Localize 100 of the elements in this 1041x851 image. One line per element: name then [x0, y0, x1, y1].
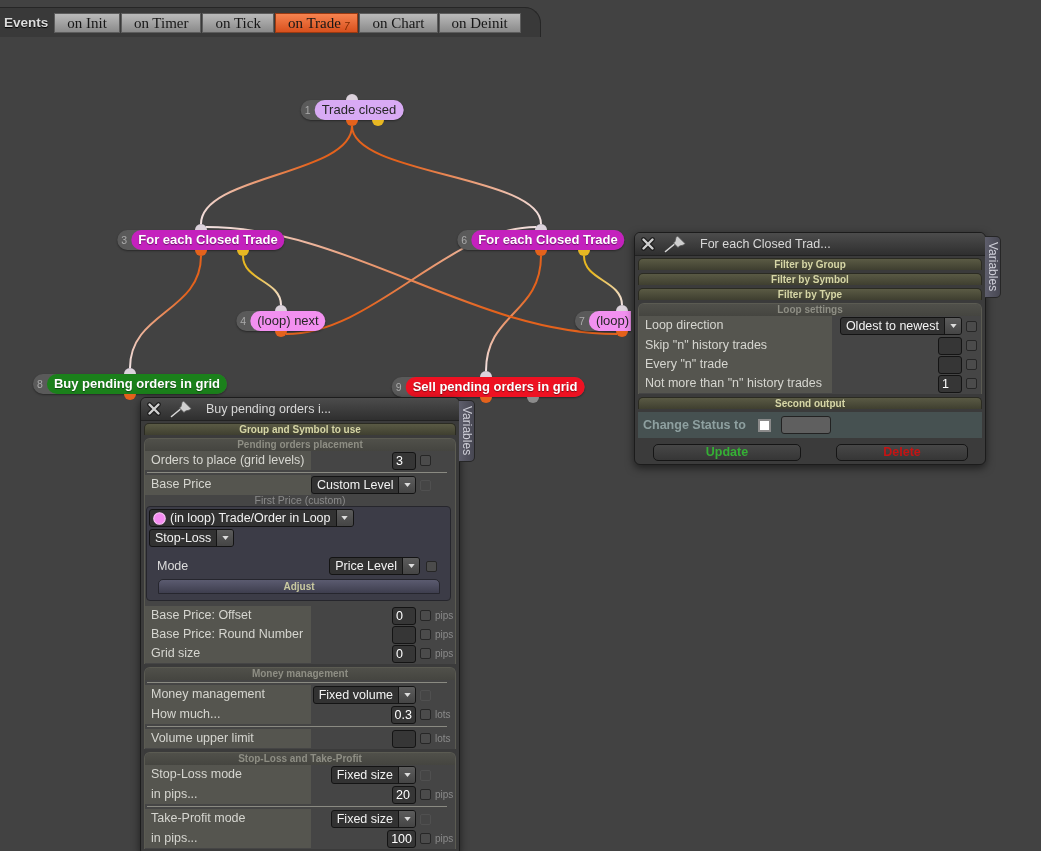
adjust-button[interactable]: Adjust	[158, 579, 440, 594]
section-header[interactable]: Filter by Type	[638, 288, 982, 300]
unit-label: pips	[435, 628, 455, 641]
output-port-icon[interactable]	[535, 250, 547, 256]
caret-icon	[403, 817, 411, 821]
flow-node[interactable]: 6 For each Closed Trade	[457, 230, 625, 250]
section-header[interactable]: Group and Symbol to use	[144, 423, 456, 435]
dot-icon	[153, 511, 166, 525]
checkbox[interactable]	[420, 833, 431, 844]
checkbox[interactable]	[966, 340, 977, 351]
event-tab[interactable]: on Tick	[202, 12, 274, 33]
variables-tab[interactable]: Variables	[459, 400, 475, 462]
output-port-icon[interactable]	[578, 250, 590, 256]
flow-node[interactable]: 3 For each Closed Trade	[117, 230, 285, 250]
output-port-icon[interactable]	[195, 250, 207, 256]
flow-node[interactable]: 4 (loop) next	[236, 311, 326, 331]
checkbox[interactable]	[966, 359, 977, 370]
flow-node[interactable]: 8 Buy pending orders in grid	[32, 374, 228, 394]
node-title: For each Closed Trade	[131, 230, 285, 250]
dropdown[interactable]: Fixed volume	[312, 686, 416, 704]
close-icon[interactable]	[147, 402, 161, 416]
node-number: 8	[36, 378, 44, 390]
dropdown[interactable]: Stop-Loss	[149, 529, 235, 547]
input-port-icon[interactable]	[275, 305, 287, 311]
input-field[interactable]: 0	[392, 644, 416, 663]
output-port-icon[interactable]	[527, 397, 539, 403]
output-port-icon[interactable]	[372, 120, 384, 126]
variables-tab[interactable]: Variables	[985, 236, 1001, 298]
checkbox[interactable]	[420, 455, 431, 466]
input-field[interactable]	[392, 729, 416, 748]
input-field[interactable]	[938, 355, 962, 374]
input-port-icon[interactable]	[480, 371, 492, 377]
field-label: How much...	[145, 705, 311, 724]
input-field[interactable]: 100	[387, 829, 416, 848]
output-port-icon[interactable]	[346, 120, 358, 126]
section-header[interactable]: Filter by Symbol	[638, 273, 982, 285]
event-tab[interactable]: on Timer	[120, 12, 202, 33]
field-label: Base Price: Offset	[145, 606, 311, 625]
dropdown[interactable]: Fixed size	[330, 766, 416, 784]
field-label: Take-Profit mode	[145, 809, 311, 829]
checkbox[interactable]	[966, 378, 977, 389]
dropdown[interactable]: Fixed size	[330, 810, 416, 828]
input-field[interactable]	[938, 336, 962, 355]
caret-icon	[403, 773, 411, 777]
flow-node[interactable]: 7 (loop)	[574, 311, 632, 331]
checkbox[interactable]	[420, 709, 431, 720]
dropdown[interactable]: Price Level	[329, 557, 420, 575]
output-port-icon[interactable]	[237, 250, 249, 256]
field-label: Grid size	[145, 644, 311, 663]
field-label: in pips...	[145, 785, 311, 804]
output-port-icon[interactable]	[124, 394, 136, 400]
checkbox[interactable]	[426, 560, 437, 572]
field-label: Skip "n" history trades	[639, 336, 832, 355]
pin-icon[interactable]	[664, 235, 686, 253]
input-port-icon[interactable]	[535, 224, 547, 230]
field-label: Stop-Loss mode	[145, 765, 311, 785]
input-field[interactable]: 0	[392, 606, 416, 625]
panel-title: For each Closed Trad...	[700, 237, 831, 251]
section-header[interactable]: Filter by Group	[638, 258, 982, 270]
event-tab[interactable]: on Init	[54, 12, 120, 33]
input-port-icon[interactable]	[346, 94, 358, 100]
event-tab[interactable]: on Chart	[359, 12, 438, 33]
output-port-icon[interactable]	[616, 331, 628, 337]
node-number: 1	[304, 104, 312, 116]
checkbox[interactable]	[420, 610, 431, 621]
checkbox[interactable]	[420, 648, 431, 659]
caret-icon	[221, 536, 229, 540]
flow-node[interactable]: 9 Sell pending orders in grid	[391, 377, 585, 397]
input-port-icon[interactable]	[195, 224, 207, 230]
unit-label: pips	[435, 647, 455, 660]
input-field[interactable]: 20	[392, 785, 416, 804]
panel-title: Buy pending orders i...	[206, 402, 332, 416]
caret-icon	[403, 483, 411, 487]
close-icon[interactable]	[641, 237, 655, 251]
event-tab[interactable]: on Deinit	[438, 12, 521, 33]
update-button[interactable]: Update	[653, 444, 801, 461]
dropdown[interactable]: Oldest to newest	[839, 317, 962, 335]
input-field[interactable]: 1	[938, 374, 962, 393]
output-port-icon[interactable]	[480, 397, 492, 403]
checkbox[interactable]	[420, 789, 431, 800]
unit-label: pips	[435, 788, 455, 801]
dropdown[interactable]: Custom Level	[311, 476, 417, 494]
section-header[interactable]: Second output	[638, 397, 982, 409]
output-port-icon[interactable]	[275, 331, 287, 337]
status-field[interactable]	[780, 416, 831, 434]
checkbox[interactable]	[420, 629, 431, 640]
input-port-icon[interactable]	[124, 368, 136, 374]
input-field[interactable]	[392, 625, 416, 644]
input-field[interactable]: 0.3	[390, 705, 416, 724]
checkbox[interactable]	[966, 320, 977, 332]
flow-node[interactable]: 1 Trade closed	[300, 100, 404, 120]
field-label: Mode	[157, 559, 189, 573]
pin-icon[interactable]	[170, 400, 192, 418]
checkbox[interactable]	[757, 418, 771, 432]
dropdown[interactable]: (in loop) Trade/Order in Loop	[149, 509, 354, 527]
node-title: (loop)	[588, 311, 632, 331]
checkbox[interactable]	[420, 733, 431, 744]
input-port-icon[interactable]	[616, 305, 628, 311]
input-field[interactable]: 3	[392, 451, 416, 470]
node-number: 7	[578, 315, 586, 327]
